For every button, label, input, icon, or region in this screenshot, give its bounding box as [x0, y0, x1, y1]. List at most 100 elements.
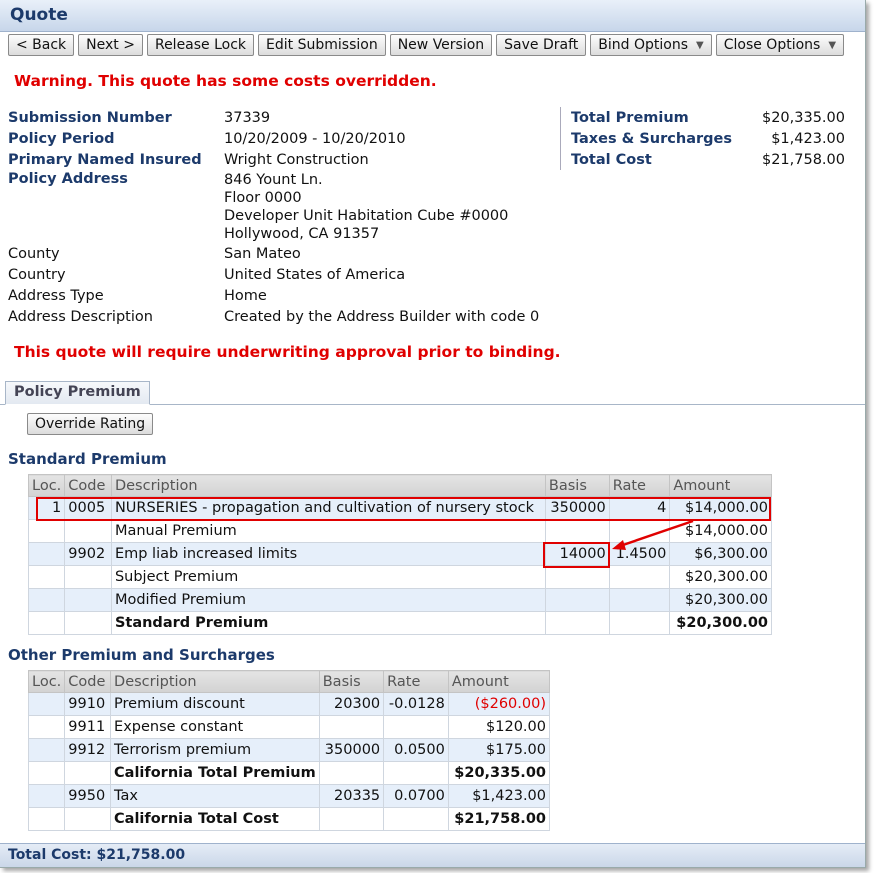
cell-loc [27, 519, 66, 543]
other-premium-title: Other Premium and Surcharges [8, 646, 275, 664]
close-options-label: Close Options [723, 37, 821, 53]
back-button[interactable]: < Back [8, 34, 75, 56]
cell-amount: $20,335.00 [447, 761, 551, 785]
cell-loc [27, 692, 66, 716]
column-header: Code [64, 474, 112, 497]
totals-panel: Total Premium $20,335.00 Taxes & Surcharg… [560, 107, 845, 170]
cell-description: Emp liab increased limits [110, 542, 546, 566]
total-premium-label: Total Premium [571, 109, 689, 126]
cell-amount: $175.00 [447, 738, 551, 762]
cell-loc [27, 565, 66, 589]
cell-basis [318, 761, 385, 785]
total-premium: $20,335.00 [761, 109, 845, 126]
toolbar: < Back Next > Release Lock Edit Submissi… [8, 34, 845, 58]
table-row: 9950 Tax 20335 0.0700 $1,423.00 [27, 784, 551, 808]
primary-insured-label: Primary Named Insured [8, 151, 202, 168]
cell-code [64, 519, 112, 543]
cell-basis [544, 611, 610, 635]
column-header: Amount [447, 670, 551, 693]
cell-description: Subject Premium [110, 565, 546, 589]
cell-basis [544, 519, 610, 543]
policy-address: 846 Yount Ln. Floor 0000 Developer Unit … [224, 171, 508, 243]
table-row: 9912 Terrorism premium 350000 0.0500 $17… [27, 738, 551, 762]
cell-basis [544, 588, 610, 612]
column-header: Amount [669, 474, 772, 497]
address-line: Floor 0000 [224, 190, 302, 206]
column-header: Rate [383, 670, 449, 693]
cell-basis [544, 565, 610, 589]
cell-description: Tax [110, 784, 320, 808]
cell-rate [608, 519, 671, 543]
cell-code: 9950 [64, 784, 112, 808]
release-lock-button[interactable]: Release Lock [146, 34, 255, 56]
edit-submission-button[interactable]: Edit Submission [258, 34, 386, 56]
cell-rate [608, 588, 671, 612]
cell-code [64, 588, 112, 612]
tab-policy-premium[interactable]: Policy Premium [5, 381, 150, 405]
override-rating-button[interactable]: Override Rating [27, 413, 154, 435]
cell-description: Premium discount [110, 692, 320, 716]
new-version-button[interactable]: New Version [389, 34, 493, 56]
address-line: 846 Yount Ln. [224, 172, 323, 188]
cell-code [64, 761, 112, 785]
taxes: $1,423.00 [771, 130, 845, 147]
footer-total-cost: Total Cost: $21,758.00 [0, 843, 865, 867]
cell-amount: $14,000.00 [669, 496, 772, 520]
close-options-button[interactable]: Close Options ▼ [715, 34, 845, 56]
cell-rate: -0.0128 [383, 692, 449, 716]
cell-amount: $20,300.00 [669, 588, 772, 612]
column-header: Loc. [27, 474, 66, 497]
column-header: Description [110, 474, 546, 497]
cell-amount: $21,758.00 [447, 807, 551, 831]
column-header: Description [110, 670, 320, 693]
cell-amount: $6,300.00 [669, 542, 772, 566]
cell-loc [27, 807, 66, 831]
column-header: Basis [544, 474, 610, 497]
cell-code: 9910 [64, 692, 112, 716]
bind-options-button[interactable]: Bind Options ▼ [590, 34, 712, 56]
address-description: Created by the Address Builder with code… [224, 308, 540, 325]
cell-amount: ($260.00) [447, 692, 551, 716]
policy-period: 10/20/2009 - 10/20/2010 [224, 130, 406, 147]
cell-rate: 0.0500 [383, 738, 449, 762]
total-cost: $21,758.00 [761, 151, 845, 168]
cell-description: Terrorism premium [110, 738, 320, 762]
policy-period-label: Policy Period [8, 130, 115, 147]
county: San Mateo [224, 245, 301, 262]
address-line: Developer Unit Habitation Cube #0000 [224, 208, 509, 224]
save-draft-button[interactable]: Save Draft [496, 34, 587, 56]
next-button[interactable]: Next > [78, 34, 143, 56]
county-label: County [8, 245, 60, 262]
cell-loc [27, 542, 66, 566]
cell-loc [27, 611, 66, 635]
primary-insured: Wright Construction [224, 151, 369, 168]
cell-basis: 350000 [318, 738, 385, 762]
country-label: Country [8, 266, 66, 283]
cell-rate: 0.0700 [383, 784, 449, 808]
quote-details: Submission Number 37339 Policy Period 10/2… [8, 107, 539, 327]
chevron-down-icon: ▼ [696, 39, 704, 51]
table-row: Subject Premium $20,300.00 [27, 565, 772, 589]
submission-number-label: Submission Number [8, 109, 172, 126]
table-row: Manual Premium $14,000.00 [27, 519, 772, 543]
cell-loc [27, 738, 66, 762]
cell-description: California Total Cost [110, 807, 320, 831]
cell-basis: 20300 [318, 692, 385, 716]
table-row: California Total Premium $20,335.00 [27, 761, 551, 785]
approval-warning: This quote will require underwriting app… [14, 343, 561, 361]
table-row: Modified Premium $20,300.00 [27, 588, 772, 612]
cell-amount: $20,300.00 [669, 565, 772, 589]
other-premium-table: Loc. Code Description Basis Rate Amount … [27, 670, 551, 831]
address-type-label: Address Type [8, 287, 104, 304]
cell-basis[interactable]: 14000 [544, 542, 610, 566]
override-warning: Warning. This quote has some costs overr… [14, 72, 437, 90]
cell-code [64, 565, 112, 589]
cell-loc [27, 588, 66, 612]
column-header: Basis [318, 670, 385, 693]
cell-amount: $20,300.00 [669, 611, 772, 635]
address-type: Home [224, 287, 267, 304]
address-line: Hollywood, CA 91357 [224, 226, 380, 242]
standard-premium-title: Standard Premium [8, 450, 167, 468]
cell-description: Manual Premium [110, 519, 546, 543]
cell-description: NURSERIES - propagation and cultivation … [110, 496, 546, 520]
